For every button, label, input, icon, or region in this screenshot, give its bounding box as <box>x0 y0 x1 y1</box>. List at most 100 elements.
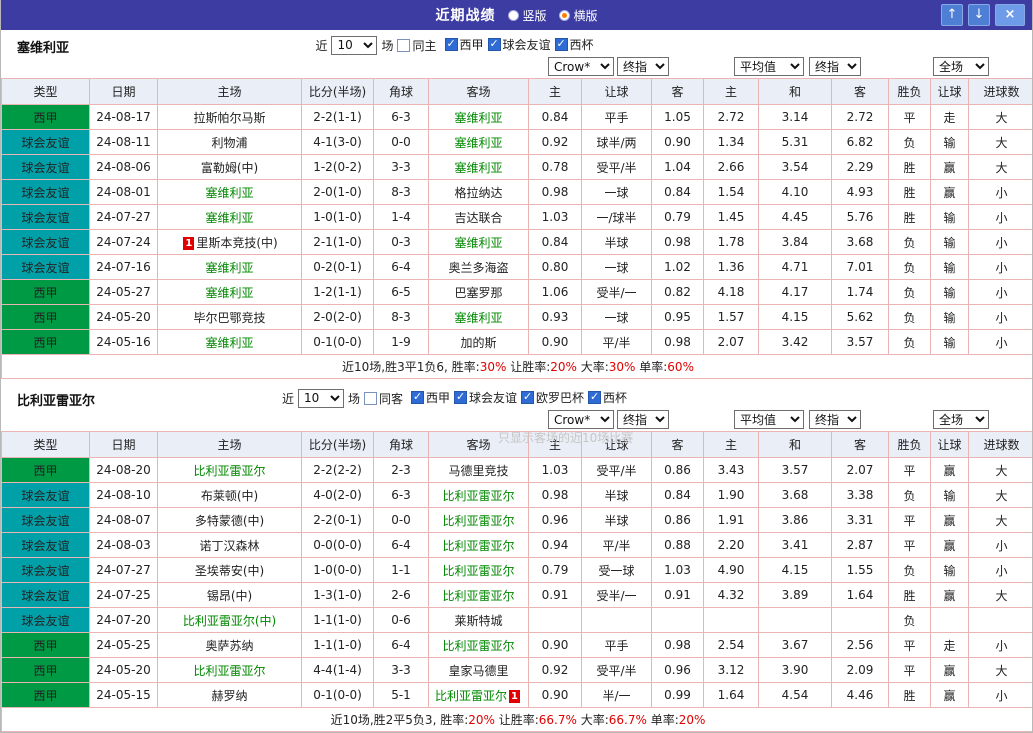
move-up-button[interactable]: ↑ <box>941 4 963 26</box>
euro-home-odds: 1.45 <box>703 204 759 230</box>
view-mode-radio[interactable]: 竖版 <box>507 7 547 24</box>
corner-cell: 5-1 <box>373 682 429 708</box>
column-header: 类型 <box>1 78 90 105</box>
handicap-final-odds-select[interactable]: 终指 <box>617 57 669 76</box>
score-cell: 0-2(0-1) <box>301 254 374 280</box>
europe-average-select[interactable]: 平均值 <box>734 57 804 76</box>
view-mode-radios: 竖版 横版 <box>507 7 598 24</box>
league-type-cell: 球会友谊 <box>1 254 90 280</box>
match-row: 球会友谊 24-08-03 诺丁汉森林 0-0(0-0) 6-4 比利亚雷亚尔 0.94 平/… <box>1 532 1032 558</box>
home-team-cell: 奥萨苏纳 <box>157 632 302 658</box>
handicap-result-cell: 赢 <box>930 657 969 683</box>
euro-away-odds: 1.74 <box>831 279 889 305</box>
handicap-result-cell: 输 <box>930 279 969 305</box>
euro-away-odds: 7.01 <box>831 254 889 280</box>
home-team-cell: 圣埃蒂安(中) <box>157 557 302 583</box>
handicap-away-odds: 0.82 <box>651 279 704 305</box>
column-header: 客 <box>651 78 704 105</box>
match-row: 西甲 24-05-16 塞维利亚 0-1(0-0) 1-9 加的斯 0.90 平/半 0.98 2… <box>1 329 1032 355</box>
team-name-text: 加的斯 <box>460 335 497 350</box>
home-team-cell: 塞维利亚 <box>157 254 302 280</box>
column-header: 和 <box>758 78 832 105</box>
team-name-text: 马德里竞技 <box>448 463 509 478</box>
euro-home-odds: 1.34 <box>703 129 759 155</box>
match-row: 球会友谊 24-07-25 锡昂(中) 1-3(1-0) 2-6 比利亚雷亚尔 0.91 受半… <box>1 582 1032 608</box>
handicap-away-odds: 0.95 <box>651 304 704 330</box>
euro-draw-odds: 5.31 <box>758 129 832 155</box>
europe-final-odds-select[interactable]: 终指 <box>809 57 861 76</box>
close-button[interactable]: × <box>995 4 1025 26</box>
league-filter-checkbox[interactable]: 欧罗巴杯 <box>521 389 584 406</box>
handicap-home-odds: 0.98 <box>528 179 582 205</box>
handicap-line: 平/半 <box>581 532 652 558</box>
league-filter-checkbox[interactable]: 球会友谊 <box>454 389 517 406</box>
league-filter-checkbox[interactable]: 球会友谊 <box>487 36 551 53</box>
league-filter-checkbox[interactable]: 西杯 <box>588 389 627 406</box>
goals-result-cell: 大 <box>968 507 1032 533</box>
bookmaker-select[interactable]: Crow* <box>548 410 614 429</box>
column-header: 主场 <box>157 431 302 458</box>
league-filter-checkbox[interactable]: 西杯 <box>554 36 594 53</box>
handicap-result-cell: 输 <box>930 557 969 583</box>
page-title: 近期战绩 <box>435 8 496 24</box>
handicap-result-cell: 赢 <box>930 457 969 483</box>
score-cell: 4-4(1-4) <box>301 657 374 683</box>
league-filter-checkbox[interactable]: 西甲 <box>410 389 450 406</box>
europe-final-odds-select[interactable]: 终指 <box>809 410 861 429</box>
handicap-line: 半球 <box>581 507 652 533</box>
filter-bar: 近 10 场 同客 西甲 球会友谊 欧罗巴杯 西杯 <box>1 387 972 409</box>
match-date-cell: 24-07-24 <box>89 229 158 255</box>
handicap-line: 一球 <box>581 304 652 330</box>
summary-stat-value: 20% <box>678 713 706 727</box>
goals-result-cell: 小 <box>968 329 1032 355</box>
handicap-final-odds-select[interactable]: 终指 <box>617 410 669 429</box>
euro-draw-odds <box>758 607 832 633</box>
summary-stat-value: 66.7% <box>608 713 647 727</box>
column-header: 客场 <box>428 431 529 458</box>
same-venue-checkbox[interactable]: 同客 <box>363 390 403 407</box>
match-row: 球会友谊 24-07-24 1 里斯本竞技(中) 2-1(1-0) 0-3 塞维利亚 0.84… <box>1 229 1032 255</box>
league-filter-checkbox[interactable]: 西甲 <box>444 36 484 53</box>
team-name-text: 比利亚雷亚尔 <box>442 538 515 553</box>
away-team-cell: 比利亚雷亚尔 <box>428 632 529 658</box>
euro-away-odds: 2.09 <box>831 657 889 683</box>
bookmaker-select[interactable]: Crow* <box>548 57 614 76</box>
move-down-button[interactable]: ↓ <box>968 4 990 26</box>
handicap-home-odds: 0.90 <box>528 329 582 355</box>
result-cell: 胜 <box>888 179 931 205</box>
checkbox-icon <box>554 37 568 51</box>
checkbox-label: 球会友谊 <box>469 391 518 405</box>
euro-home-odds: 4.32 <box>703 582 759 608</box>
column-header: 客场 <box>428 78 529 105</box>
topbar: 近期战绩 竖版 横版 ↑ ↓ × <box>1 0 1032 30</box>
home-team-cell: 利物浦 <box>157 129 302 155</box>
team-name-text: 塞维利亚 <box>205 335 254 350</box>
euro-draw-odds: 4.54 <box>758 682 832 708</box>
view-mode-radio[interactable]: 横版 <box>558 7 598 24</box>
column-header: 主 <box>528 78 582 105</box>
match-count-select[interactable]: 10 <box>331 35 378 55</box>
handicap-home-odds: 0.90 <box>528 682 582 708</box>
match-count-select[interactable]: 10 <box>297 388 344 408</box>
team-name-text: 塞维利亚 <box>454 310 503 325</box>
corner-cell: 6-3 <box>373 482 429 508</box>
scope-select[interactable]: 全场 <box>933 57 989 76</box>
corner-cell: 6-4 <box>373 254 429 280</box>
goals-result-cell: 小 <box>968 632 1032 658</box>
match-date-cell: 24-08-01 <box>89 179 158 205</box>
europe-average-select[interactable]: 平均值 <box>734 410 804 429</box>
same-venue-checkbox[interactable]: 同主 <box>397 37 437 54</box>
away-team-cell: 比利亚雷亚尔 <box>428 532 529 558</box>
summary-stat-label: 单率: <box>646 713 679 727</box>
home-team-cell: 富勒姆(中) <box>157 154 302 180</box>
euro-draw-odds: 3.90 <box>758 657 832 683</box>
handicap-line: 受半/一 <box>581 279 652 305</box>
checkbox-icon <box>397 38 411 52</box>
euro-away-odds: 2.07 <box>831 457 889 483</box>
checkbox-label: 西杯 <box>569 38 594 52</box>
scope-select[interactable]: 全场 <box>933 410 989 429</box>
column-header: 客 <box>651 431 704 458</box>
column-header: 角球 <box>373 431 429 458</box>
euro-draw-odds: 4.45 <box>758 204 832 230</box>
checkbox-icon <box>521 390 535 404</box>
